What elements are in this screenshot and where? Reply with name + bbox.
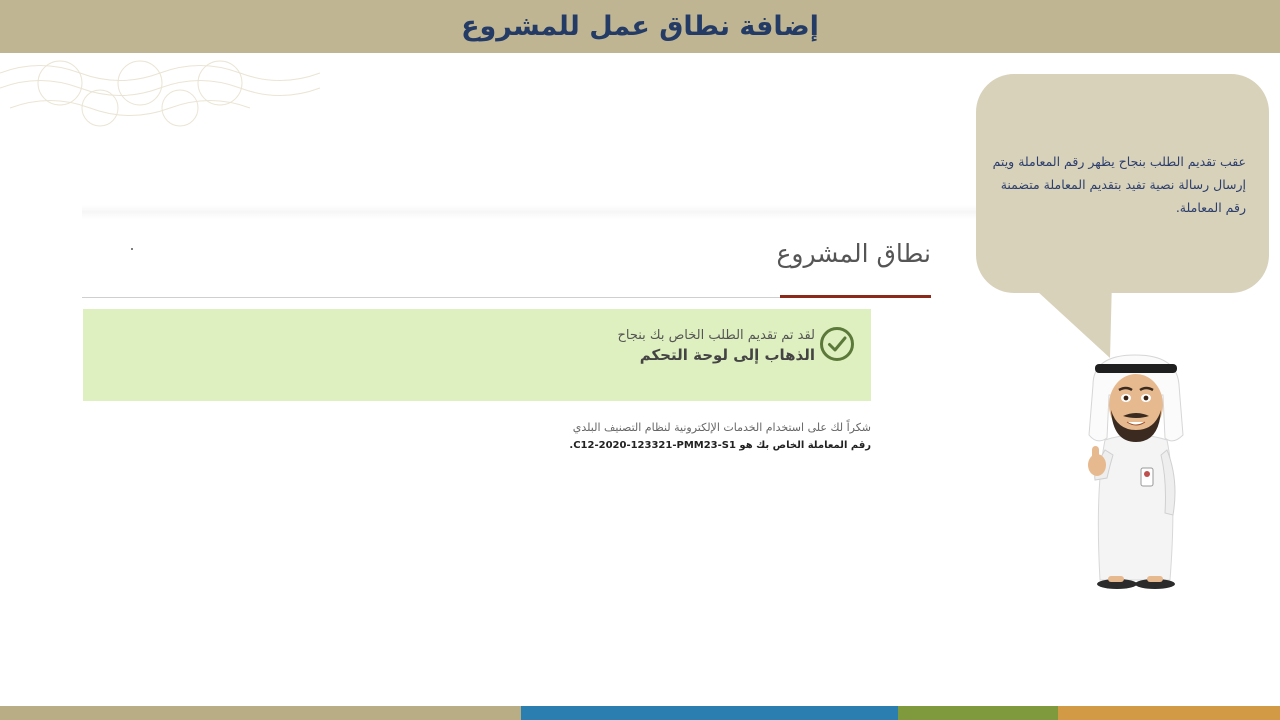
speech-bubble-text: عقب تقديم الطلب بنجاح يظهر رقم المعاملة …: [976, 150, 1246, 219]
bubble-line: إرسال رسالة نصية تفيد بتقديم المعاملة مت…: [1000, 177, 1246, 192]
page-title: إضافة نطاق عمل للمشروع: [461, 11, 819, 42]
panel-shadow: [82, 205, 982, 219]
decorative-pattern: [0, 60, 321, 127]
bottom-color-bar: [0, 706, 1280, 720]
check-circle-icon: [820, 327, 854, 361]
section-title: نطاق المشروع: [776, 239, 931, 268]
bottom-bar-segment: [521, 706, 898, 720]
success-message: لقد تم تقديم الطلب الخاص بك بنجاح: [617, 328, 815, 343]
top-banner: إضافة نطاق عمل للمشروع: [0, 0, 1280, 53]
thanks-text: شكراً لك على استخدام الخدمات الإلكترونية…: [572, 421, 871, 434]
bottom-bar-segment: [898, 706, 1058, 720]
speech-bubble: عقب تقديم الطلب بنجاح يظهر رقم المعاملة …: [976, 74, 1269, 293]
success-alert: لقد تم تقديم الطلب الخاص بك بنجاح الذهاب…: [83, 309, 871, 401]
bubble-line: رقم المعاملة.: [1175, 200, 1246, 215]
bottom-bar-segment: [0, 706, 521, 720]
guide-character-illustration: [1088, 354, 1184, 589]
bubble-line: عقب تقديم الطلب بنجاح يظهر رقم المعاملة …: [992, 154, 1246, 169]
bottom-bar-segment: [1058, 706, 1280, 720]
transaction-number-text: رقم المعاملة الخاص بك هو C12-2020-123321…: [569, 440, 871, 451]
dashboard-link[interactable]: الذهاب إلى لوحة التحكم: [640, 346, 815, 364]
dot-marker: [131, 248, 133, 250]
section-accent-underline: [780, 295, 931, 298]
